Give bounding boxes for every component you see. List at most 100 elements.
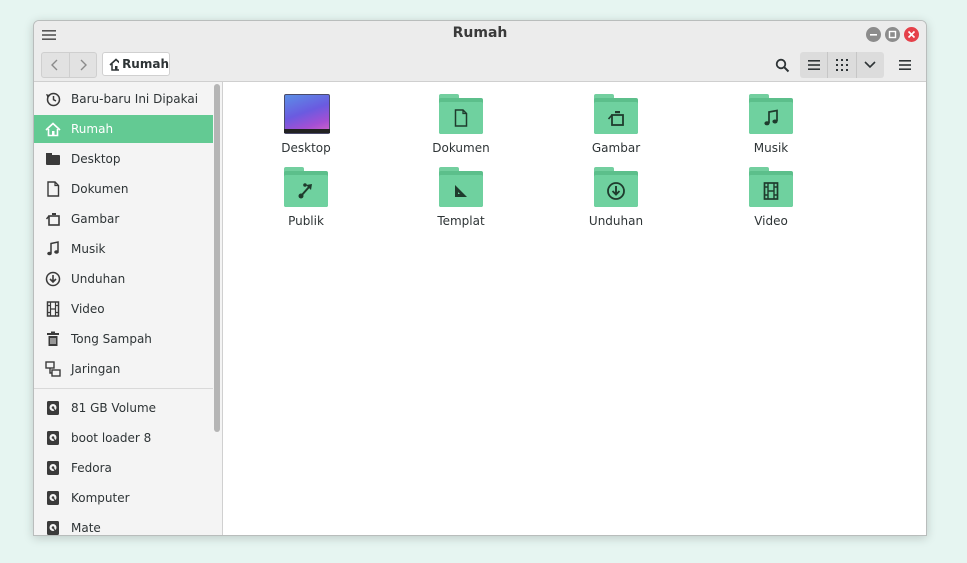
sidebar-item-label: Musik [71, 242, 106, 256]
sidebar-item-network[interactable]: Jaringan [34, 355, 213, 383]
recent-icon [43, 89, 63, 109]
desktop-wallpaper-icon [282, 92, 330, 138]
drive-icon [43, 458, 63, 478]
search-icon [775, 58, 789, 72]
sidebar-separator [34, 388, 213, 389]
sidebar-item-label: Komputer [71, 491, 130, 505]
sidebar-item-music[interactable]: Musik [34, 235, 213, 263]
window-title: Rumah [452, 25, 508, 41]
sidebar-scroll-thumb[interactable] [214, 84, 220, 432]
sidebar-item-recent[interactable]: Baru-baru Ini Dipakai [34, 85, 213, 113]
music-icon [764, 109, 778, 126]
sidebar-item-label: Mate [71, 521, 101, 535]
breadcrumb-label: Rumah [122, 57, 169, 71]
navigation-buttons [41, 52, 97, 78]
sidebar-item-downloads[interactable]: Unduhan [34, 265, 213, 293]
close-button[interactable] [904, 27, 919, 42]
file-item-label: Dokumen [432, 141, 490, 155]
file-item-label: Templat [437, 214, 485, 228]
trash-icon [43, 329, 63, 349]
video-icon [43, 299, 63, 319]
list-view-icon [807, 60, 820, 70]
file-manager-window: Rumah Rumah Baru-baru Ini Dipakai Rumah … [33, 20, 927, 536]
sidebar-item-komputer[interactable]: Komputer [34, 484, 213, 512]
file-item-label: Unduhan [588, 214, 644, 228]
sidebar-item-home[interactable]: Rumah [34, 115, 213, 143]
sidebar-item-documents[interactable]: Dokumen [34, 175, 213, 203]
file-item-public[interactable]: Publik [251, 165, 361, 228]
sidebar-item-pictures[interactable]: Gambar [34, 205, 213, 233]
sidebar-item-trash[interactable]: Tong Sampah [34, 325, 213, 353]
sidebar-item-label: Dokumen [71, 182, 129, 196]
sidebar-item-label: Fedora [71, 461, 112, 475]
sidebar-item-desktop[interactable]: Desktop [34, 145, 213, 173]
document-icon [43, 179, 63, 199]
template-icon [455, 185, 467, 197]
sidebar-item-label: Unduhan [71, 272, 126, 286]
home-icon [43, 119, 63, 139]
file-item-label: Publik [288, 214, 324, 228]
picture-icon [43, 209, 63, 229]
file-item-templates[interactable]: Templat [406, 165, 516, 228]
sidebar-item-label: Gambar [71, 212, 120, 226]
download-icon [43, 269, 63, 289]
sidebar-item-label: 81 GB Volume [71, 401, 157, 415]
back-button[interactable] [42, 53, 69, 77]
sidebar-item-volume-81gb[interactable]: 81 GB Volume [34, 394, 213, 422]
sidebar-item-fedora[interactable]: Fedora [34, 454, 213, 482]
file-item-documents[interactable]: Dokumen [406, 92, 516, 155]
file-item-label: Video [754, 214, 788, 228]
title-bar: Rumah [34, 21, 926, 49]
file-item-label: Desktop [281, 141, 331, 155]
chevron-right-icon [80, 59, 87, 71]
sidebar-item-boot-loader[interactable]: boot loader 8 [34, 424, 213, 452]
sidebar-item-label: Tong Sampah [71, 332, 152, 346]
minimize-icon [870, 34, 877, 36]
list-view-button[interactable] [800, 52, 827, 78]
close-icon [907, 30, 916, 39]
sidebar-item-videos[interactable]: Video [34, 295, 213, 323]
main-menu-button[interactable] [894, 52, 916, 78]
chevron-left-icon [51, 59, 58, 71]
hamburger-icon [899, 60, 911, 70]
share-icon [298, 183, 312, 199]
sidebar-item-label: Baru-baru Ini Dipakai [71, 92, 199, 106]
sidebar-scrollbar[interactable] [213, 82, 222, 535]
sidebar-item-label: Rumah [71, 122, 114, 136]
sidebar: Baru-baru Ini Dipakai Rumah Desktop Doku… [34, 82, 223, 535]
document-icon [454, 109, 468, 127]
maximize-button[interactable] [885, 27, 900, 42]
video-folder-icon [747, 165, 795, 211]
view-options-button[interactable] [855, 52, 884, 78]
search-button[interactable] [769, 52, 795, 78]
forward-button[interactable] [68, 53, 97, 77]
breadcrumb-home[interactable]: Rumah [102, 52, 170, 76]
minimize-button[interactable] [866, 27, 881, 42]
file-item-label: Musik [753, 141, 789, 155]
drive-icon [43, 428, 63, 448]
file-item-label: Gambar [591, 141, 641, 155]
file-view: Desktop Dokumen Gambar Musik Publik Temp… [223, 82, 926, 535]
home-icon [109, 57, 120, 71]
picture-icon [607, 111, 624, 126]
view-mode-group [800, 52, 884, 78]
network-icon [43, 359, 63, 379]
chevron-down-icon [864, 61, 876, 69]
sidebar-item-label: Jaringan [71, 362, 121, 376]
file-item-music[interactable]: Musik [716, 92, 826, 155]
picture-folder-icon [592, 92, 640, 138]
sidebar-item-label: boot loader 8 [71, 431, 152, 445]
maximize-icon [888, 30, 897, 39]
grid-view-button[interactable] [827, 52, 855, 78]
file-item-downloads[interactable]: Unduhan [561, 165, 671, 228]
file-item-videos[interactable]: Video [716, 165, 826, 228]
document-folder-icon [437, 92, 485, 138]
sidebar-item-label: Video [71, 302, 105, 316]
grid-view-icon [835, 59, 848, 71]
file-item-desktop[interactable]: Desktop [251, 92, 361, 155]
desktop-folder-icon [43, 149, 63, 169]
download-icon [607, 182, 625, 200]
sidebar-item-mate[interactable]: Mate [34, 514, 213, 535]
drive-icon [43, 518, 63, 535]
file-item-pictures[interactable]: Gambar [561, 92, 671, 155]
